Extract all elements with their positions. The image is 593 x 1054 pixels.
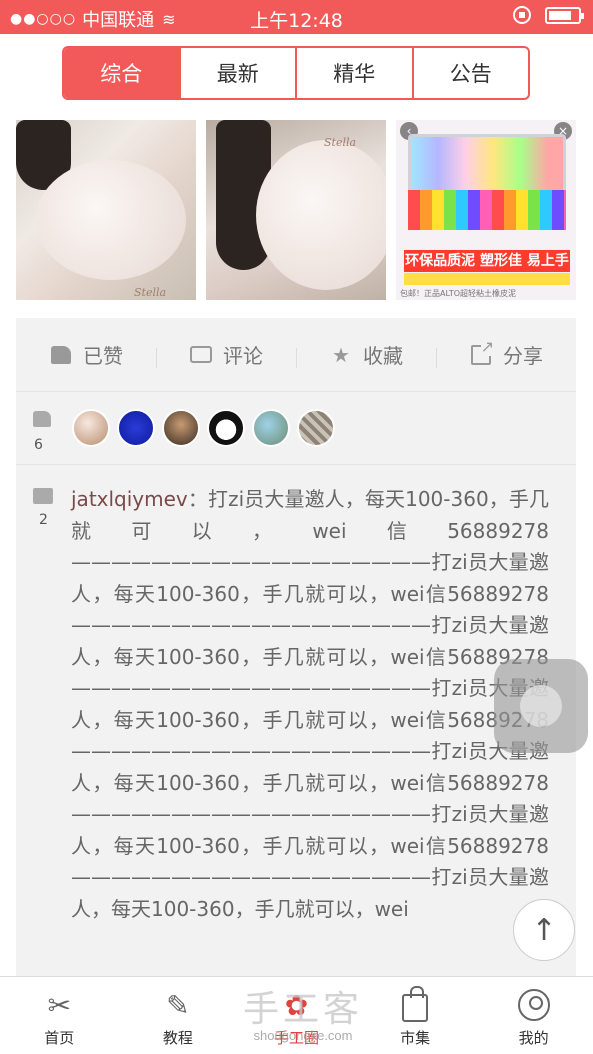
pencil-ruler-icon: ✎ xyxy=(166,988,190,1022)
avatar[interactable] xyxy=(162,409,200,447)
nav-market-label: 市集 xyxy=(400,1029,431,1047)
tab-comprehensive[interactable]: 综合 xyxy=(64,48,179,98)
comment-username[interactable]: jatxlqiymev xyxy=(71,487,188,511)
image-cloth-detail xyxy=(256,140,386,290)
comment-button[interactable]: 评论 xyxy=(156,340,296,369)
avatar[interactable] xyxy=(297,409,335,447)
assistive-touch-button[interactable] xyxy=(494,659,588,753)
avatar[interactable] xyxy=(207,409,245,447)
comment-text: 打zi员大量邀人，每天100-360，手几就可以，wei信56889278 ——… xyxy=(71,487,549,921)
nav-profile-label: 我的 xyxy=(518,1029,549,1047)
status-bar: ●●○○○ 中国联通 ≋ 上午12:48 xyxy=(0,0,593,34)
action-bar: 已赞 评论 ★ 收藏 分享 xyxy=(16,318,576,392)
nav-home-label: 首页 xyxy=(44,1029,75,1047)
comment-label: 评论 xyxy=(223,344,263,368)
comment-icon xyxy=(189,343,213,367)
image-cloth-detail xyxy=(36,160,186,280)
nav-craft-circle[interactable]: ✿ 手工圈 xyxy=(237,977,356,1054)
rotation-lock-icon xyxy=(513,6,531,24)
post-images: Stella Stella ‹ × 环保品质泥 塑形佳 易上手 包邮！正品ALT… xyxy=(16,120,580,300)
comment-icon xyxy=(33,488,53,504)
share-label: 分享 xyxy=(503,344,543,368)
avatar[interactable] xyxy=(72,409,110,447)
favorite-label: 收藏 xyxy=(363,344,403,368)
segment-tabs: 综合 最新 精华 公告 xyxy=(62,46,530,100)
ad-headline: 环保品质泥 塑形佳 易上手 xyxy=(404,250,570,272)
comment-count: 2 xyxy=(39,512,48,528)
nav-craft-circle-label: 手工圈 xyxy=(273,1029,319,1047)
flower-icon: ✿ xyxy=(284,988,309,1022)
thumbs-up-icon xyxy=(33,411,51,427)
scissors-icon: ✂ xyxy=(47,988,72,1022)
post-image-2[interactable]: Stella xyxy=(206,120,386,300)
post-panel: 已赞 评论 ★ 收藏 分享 6 2 jatxlqiymev：打z xyxy=(16,318,576,978)
post-image-1[interactable]: Stella xyxy=(16,120,196,300)
image-watermark: Stella xyxy=(324,136,357,149)
like-label: 已赞 xyxy=(83,344,123,368)
shopping-bag-icon xyxy=(397,986,433,1023)
share-icon xyxy=(469,336,494,367)
comment-section: 2 jatxlqiymev：打zi员大量邀人，每天100-360，手几就可以，w… xyxy=(16,466,576,978)
nav-tutorials-label: 教程 xyxy=(162,1029,193,1047)
nav-home[interactable]: ✂ 首页 xyxy=(0,977,119,1054)
ad-sub-strip xyxy=(404,273,570,285)
post-image-3[interactable]: ‹ × 环保品质泥 塑形佳 易上手 包邮！正品ALTO超轻粘土橡皮泥 xyxy=(396,120,576,300)
likes-row: 6 xyxy=(16,393,576,465)
status-right xyxy=(513,6,584,24)
tab-latest[interactable]: 最新 xyxy=(178,48,296,98)
like-count: 6 xyxy=(34,437,43,453)
tab-announcements[interactable]: 公告 xyxy=(411,48,529,98)
image-watermark: Stella xyxy=(134,286,167,299)
user-icon xyxy=(516,987,552,1023)
arrow-up-icon: ↑ xyxy=(531,912,557,948)
status-time: 上午12:48 xyxy=(250,10,343,32)
nav-profile[interactable]: 我的 xyxy=(474,977,593,1054)
comment-item[interactable]: jatxlqiymev：打zi员大量邀人，每天100-360，手几就可以，wei… xyxy=(71,484,549,925)
like-button[interactable]: 已赞 xyxy=(16,340,156,369)
avatar[interactable] xyxy=(117,409,155,447)
avatar[interactable] xyxy=(252,409,290,447)
liker-avatars xyxy=(72,409,342,447)
back-to-top-button[interactable]: ↑ xyxy=(513,899,575,961)
bottom-nav: ✂ 首页 ✎ 教程 ✿ 手工圈 市集 我的 xyxy=(0,976,593,1054)
star-icon: ★ xyxy=(332,342,350,367)
favorite-button[interactable]: ★ 收藏 xyxy=(296,340,436,369)
tab-featured[interactable]: 精华 xyxy=(295,48,412,98)
nav-market[interactable]: 市集 xyxy=(356,977,475,1054)
battery-icon xyxy=(545,6,584,24)
share-button[interactable]: 分享 xyxy=(436,336,576,369)
comment-separator: ： xyxy=(187,487,208,511)
nav-tutorials[interactable]: ✎ 教程 xyxy=(119,977,238,1054)
ad-caption: 包邮！正品ALTO超轻粘土橡皮泥 xyxy=(400,289,517,298)
clay-bars-graphic xyxy=(408,190,566,230)
thumbs-up-icon xyxy=(49,343,73,367)
